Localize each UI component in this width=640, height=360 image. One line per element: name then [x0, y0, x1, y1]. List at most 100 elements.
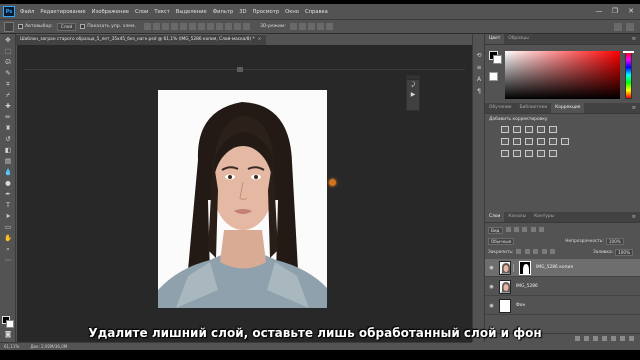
blur-tool-icon[interactable]: 💧: [3, 168, 13, 177]
menu-image[interactable]: Изображение: [92, 9, 129, 15]
history-brush-tool-icon[interactable]: ↺: [3, 135, 13, 144]
layer-name[interactable]: IMG_5286 копия: [536, 265, 573, 270]
layer-name[interactable]: Фон: [516, 303, 525, 308]
menu-select[interactable]: Выделение: [176, 9, 207, 15]
lock-image-icon[interactable]: [524, 248, 530, 254]
distribute-left-icon[interactable]: [224, 23, 232, 30]
search-icon[interactable]: [614, 23, 622, 31]
hue-saturation-icon[interactable]: [501, 138, 509, 145]
tab-paths[interactable]: Контуры: [530, 212, 558, 222]
close-button[interactable]: ✕: [626, 7, 636, 16]
panel-menu-icon[interactable]: ≡: [632, 105, 636, 111]
3d-scale-icon[interactable]: [325, 23, 333, 30]
zoom-tool-icon[interactable]: ⌕: [3, 245, 13, 254]
hue-slider-marker[interactable]: [623, 51, 634, 53]
gradient-tool-icon[interactable]: ▤: [3, 157, 13, 166]
history-panel-icon[interactable]: ⟲: [475, 52, 483, 60]
black-white-icon[interactable]: [525, 138, 533, 145]
quick-mask-icon[interactable]: ◙: [3, 330, 13, 339]
move-tool-icon[interactable]: ✥: [3, 36, 13, 45]
menu-type[interactable]: Текст: [154, 9, 169, 15]
filter-smart-icon[interactable]: [539, 226, 544, 232]
new-group-icon[interactable]: [611, 335, 616, 341]
color-balance-icon[interactable]: [513, 138, 521, 145]
layer-row[interactable]: ◉ Фон: [485, 297, 640, 315]
eye-icon[interactable]: ◉: [487, 303, 496, 309]
3d-pan-icon[interactable]: [307, 23, 315, 30]
brush-tool-icon[interactable]: ✏: [3, 113, 13, 122]
pen-tool-icon[interactable]: ✒: [3, 190, 13, 199]
layer-name[interactable]: IMG_5286: [516, 284, 538, 289]
autoselect-checkbox[interactable]: [18, 24, 23, 29]
tab-color[interactable]: Цвет: [485, 34, 505, 44]
show-transform-checkbox[interactable]: [80, 24, 86, 29]
menu-filter[interactable]: Фильтр: [213, 9, 234, 15]
tab-layers[interactable]: Слои: [485, 212, 505, 222]
properties-panel-icon[interactable]: ≡: [475, 64, 483, 72]
menu-file[interactable]: Файл: [20, 9, 34, 15]
character-panel-icon[interactable]: A: [475, 76, 483, 84]
filter-pixel-icon[interactable]: [505, 226, 511, 232]
brightness-contrast-icon[interactable]: [501, 126, 509, 133]
menu-view[interactable]: Просмотр: [253, 9, 280, 15]
distribute-middle-icon[interactable]: [206, 23, 214, 30]
new-layer-icon[interactable]: [620, 335, 625, 341]
posterize-icon[interactable]: [513, 150, 521, 157]
eyedropper-tool-icon[interactable]: ⌿: [3, 91, 13, 100]
move-tool-preset-icon[interactable]: [4, 21, 14, 32]
tab-adjustments[interactable]: Коррекция: [551, 103, 585, 113]
close-tab-icon[interactable]: ×: [258, 37, 262, 42]
paragraph-panel-icon[interactable]: ¶: [475, 88, 483, 96]
layer-kind-filter[interactable]: Вид: [488, 226, 503, 234]
lock-transparent-icon[interactable]: [516, 248, 522, 254]
link-icon[interactable]: [513, 263, 517, 272]
crop-tool-icon[interactable]: ⌗: [3, 80, 13, 89]
document-canvas[interactable]: [158, 90, 327, 308]
distribute-bottom-icon[interactable]: [215, 23, 223, 30]
blend-mode-select[interactable]: Обычные: [488, 237, 515, 245]
align-middle-icon[interactable]: [152, 23, 160, 30]
eye-icon[interactable]: ◉: [487, 284, 496, 290]
fill-input[interactable]: 100%: [615, 248, 634, 256]
hand-tool-icon[interactable]: ✋: [3, 234, 13, 243]
lock-artboard-icon[interactable]: [541, 248, 547, 254]
shape-tool-icon[interactable]: ▭: [3, 223, 13, 232]
channel-mixer-icon[interactable]: [549, 138, 557, 145]
actions-play-icon[interactable]: ▶: [407, 90, 419, 100]
marquee-tool-icon[interactable]: ⬚: [3, 47, 13, 56]
eraser-tool-icon[interactable]: ◧: [3, 146, 13, 155]
color-spectrum[interactable]: [505, 51, 620, 99]
vibrance-icon[interactable]: [549, 126, 557, 133]
canvas-area[interactable]: ⤸ ▶: [17, 45, 472, 342]
filter-adjustment-icon[interactable]: [513, 226, 519, 232]
healing-brush-tool-icon[interactable]: ✚: [3, 102, 13, 111]
add-mask-icon[interactable]: [593, 335, 598, 341]
hue-slider[interactable]: [625, 51, 632, 99]
clone-stamp-tool-icon[interactable]: ♜: [3, 124, 13, 133]
color-lookup-icon[interactable]: [561, 138, 569, 145]
menu-window[interactable]: Окно: [285, 9, 299, 15]
align-top-icon[interactable]: [143, 23, 151, 30]
layer-row[interactable]: ◉ IMG_5286 копия: [485, 259, 640, 277]
tab-swatches[interactable]: Образцы: [504, 34, 532, 44]
autoselect-select[interactable]: Слой: [56, 22, 77, 31]
color-panel-background-swatch[interactable]: [493, 55, 502, 64]
align-bottom-icon[interactable]: [161, 23, 169, 30]
invert-icon[interactable]: [501, 150, 509, 157]
lock-all-icon[interactable]: [549, 248, 555, 254]
distribute-center-icon[interactable]: [233, 23, 241, 30]
color-warning-swatch[interactable]: [489, 72, 498, 81]
new-adjustment-icon[interactable]: [602, 335, 607, 341]
curves-icon[interactable]: [525, 126, 533, 133]
threshold-icon[interactable]: [525, 150, 533, 157]
3d-roll-icon[interactable]: [298, 23, 306, 30]
3d-slide-icon[interactable]: [316, 23, 324, 30]
eye-icon[interactable]: ◉: [487, 265, 496, 271]
3d-rotate-icon[interactable]: [289, 23, 297, 30]
filter-shape-icon[interactable]: [530, 226, 536, 232]
restore-button[interactable]: ❐: [610, 7, 620, 16]
gradient-map-icon[interactable]: [537, 150, 545, 157]
history-icon[interactable]: ⤸: [407, 80, 419, 90]
menu-3d[interactable]: 3D: [239, 9, 246, 15]
path-select-tool-icon[interactable]: ➤: [3, 212, 13, 221]
